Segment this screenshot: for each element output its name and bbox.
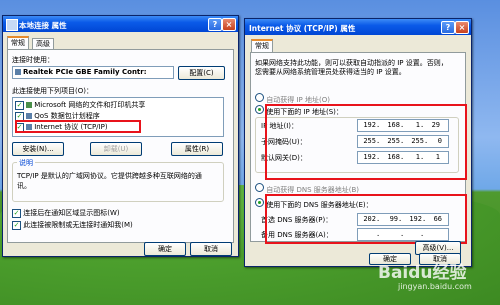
highlight-tcpip: [15, 120, 141, 133]
adapter-name: Realtek PCIe GBE Family Contr:: [23, 68, 147, 76]
notify-label: 此连接被限制或无连接时通知我(M): [23, 221, 133, 229]
show-icon-option[interactable]: ✓ 连接后在通知区域显示图标(W): [12, 208, 120, 218]
install-button[interactable]: 安装(N)...: [12, 142, 64, 156]
tab-general[interactable]: 常规: [7, 36, 29, 49]
ok-button[interactable]: 确定: [144, 242, 186, 256]
notify-option[interactable]: ✓ 此连接被限制或无连接时通知我(M): [12, 220, 133, 230]
notify-checkbox[interactable]: ✓: [12, 221, 21, 230]
auto-dns-radio[interactable]: [255, 183, 264, 192]
help-button[interactable]: ?: [208, 18, 222, 31]
highlight-ip-settings: [265, 104, 467, 180]
adapter-field: Realtek PCIe GBE Family Contr:: [12, 66, 174, 79]
item-checkbox[interactable]: ✓: [15, 101, 24, 110]
auto-ip-radio[interactable]: [255, 93, 264, 102]
show-icon-label: 连接后在通知区域显示图标(W): [23, 209, 120, 217]
help-button[interactable]: ?: [441, 21, 455, 34]
network-icon: [6, 19, 18, 31]
local-connection-properties-window: 本地连接 属性 ? × 常规 高级 连接时使用： Realtek PCIe GB…: [2, 15, 239, 257]
highlight-dns-settings: [265, 194, 467, 244]
watermark-logo: Baidu经验: [378, 263, 467, 283]
auto-dns-label: 自动获得 DNS 服务器地址(B): [266, 186, 360, 194]
item-label: QoS 数据包计划程序: [34, 112, 100, 120]
items-label: 此连接使用下列项目(O)：: [12, 87, 93, 95]
item-label: Microsoft 网络的文件和打印机共享: [34, 101, 146, 109]
window-title: 本地连接 属性: [19, 21, 67, 30]
tcpip-properties-window: Internet 协议 (TCP/IP) 属性 ? × 常规 如果网络支持此功能…: [244, 18, 472, 267]
description-group: 说明 TCP/IP 是默认的广域网协议。它提供跨越多种互联网络的通讯。: [12, 158, 224, 202]
general-panel: 连接时使用： Realtek PCIe GBE Family Contr: 配置…: [7, 49, 234, 243]
configure-button[interactable]: 配置(C): [178, 66, 225, 80]
list-item[interactable]: ✓ Microsoft 网络的文件和打印机共享: [15, 100, 145, 111]
cancel-button[interactable]: 取消: [190, 242, 232, 256]
title-bar[interactable]: Internet 协议 (TCP/IP) 属性 ? ×: [245, 19, 471, 35]
show-icon-checkbox[interactable]: ✓: [12, 209, 21, 218]
general-panel: 如果网络支持此功能，则可以获取自动指派的 IP 设置。否则， 您需要从网络系统管…: [250, 52, 467, 244]
manual-dns-radio[interactable]: [255, 198, 264, 207]
share-icon: [26, 102, 33, 108]
adapter-icon: [15, 69, 21, 75]
manual-ip-radio[interactable]: [255, 105, 264, 114]
window-title: Internet 协议 (TCP/IP) 属性: [249, 24, 356, 33]
intro-line-2: 您需要从网络系统管理员处获得适当的 IP 设置。: [255, 68, 406, 76]
watermark-url: jingyan.baidu.com: [398, 282, 472, 291]
tab-general[interactable]: 常规: [251, 39, 273, 52]
qos-icon: [26, 113, 33, 119]
auto-ip-label: 自动获得 IP 地址(O): [266, 96, 330, 104]
close-button[interactable]: ×: [222, 18, 236, 31]
title-bar[interactable]: 本地连接 属性 ? ×: [3, 16, 238, 32]
uninstall-button[interactable]: 卸载(U): [90, 142, 142, 156]
close-button[interactable]: ×: [455, 21, 469, 34]
connect-using-label: 连接时使用：: [12, 56, 54, 64]
properties-button[interactable]: 属性(R): [171, 142, 223, 156]
description-title: 说明: [17, 158, 35, 168]
description-text: TCP/IP 是默认的广域网协议。它提供跨越多种互联网络的通讯。: [17, 172, 202, 190]
